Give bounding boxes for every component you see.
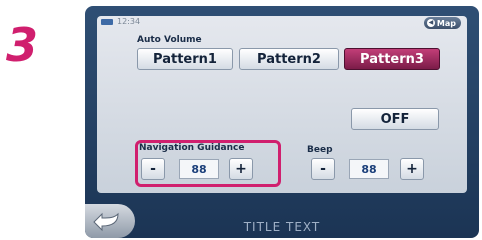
bottom-bar: TITLE TEXT (85, 200, 479, 238)
beep-value: 88 (349, 159, 389, 179)
beep-plus-button[interactable]: + (400, 158, 424, 180)
auto-volume-label: Auto Volume (137, 35, 202, 45)
clock: 12:34 (117, 17, 141, 26)
status-bar: 12:34 ◀ Map (97, 16, 467, 32)
beep-minus-button[interactable]: - (311, 158, 335, 180)
step-number: 3 (6, 18, 39, 72)
nav-guidance-minus-button[interactable]: - (141, 158, 165, 180)
map-label: Map (436, 18, 456, 28)
battery-icon (101, 19, 113, 25)
settings-screen: 12:34 ◀ Map Auto Volume Pattern1 Pattern… (97, 16, 467, 193)
beep-label: Beep (307, 145, 333, 155)
pattern2-button[interactable]: Pattern2 (239, 48, 339, 70)
map-arrow-icon: ◀ (426, 19, 435, 27)
off-button[interactable]: OFF (351, 108, 439, 130)
nav-guidance-plus-button[interactable]: + (229, 158, 253, 180)
device-frame: 12:34 ◀ Map Auto Volume Pattern1 Pattern… (85, 6, 479, 238)
navigation-guidance-label: Navigation Guidance (139, 143, 245, 153)
nav-guidance-value: 88 (179, 159, 219, 179)
pattern1-button[interactable]: Pattern1 (137, 48, 233, 70)
pattern3-button[interactable]: Pattern3 (344, 48, 440, 70)
map-button[interactable]: ◀ Map (423, 17, 461, 29)
title-text: TITLE TEXT (243, 220, 321, 234)
